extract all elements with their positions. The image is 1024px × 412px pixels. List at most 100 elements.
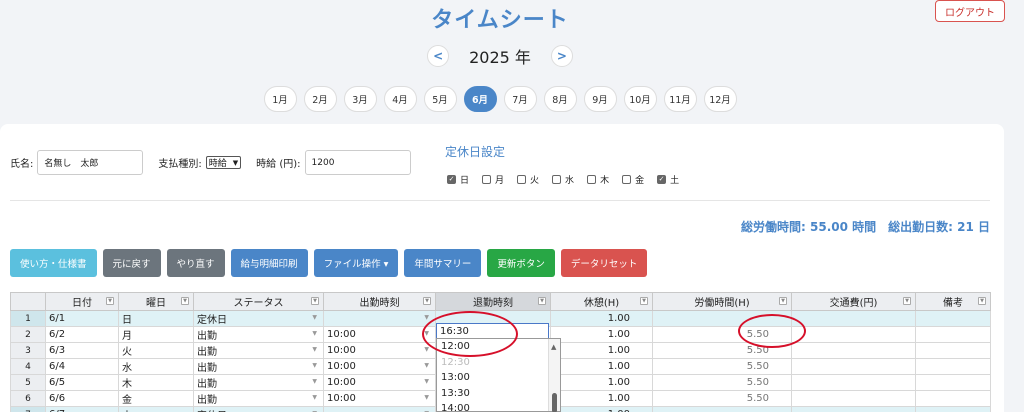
filter-icon[interactable]: ▼ xyxy=(779,297,787,305)
scroll-thumb[interactable] xyxy=(552,393,557,412)
month-tab-3[interactable]: 3月 xyxy=(343,86,377,112)
status-cell[interactable]: 出勤 ▼ xyxy=(193,390,324,407)
annual-summary-button[interactable]: 年間サマリー xyxy=(404,249,482,277)
chevron-down-icon[interactable]: ▼ xyxy=(312,362,317,369)
weekday-cell[interactable]: 金 xyxy=(118,390,194,407)
weekday-cell[interactable]: 水 xyxy=(118,358,194,375)
time-option[interactable]: 12:30 xyxy=(437,355,560,371)
holiday-option-3[interactable]: 火 xyxy=(517,173,539,186)
time-option[interactable]: 14:00 xyxy=(437,401,560,412)
date-cell[interactable]: 6/3 xyxy=(45,342,119,359)
column-header-4[interactable]: 出勤時刻 ▼ xyxy=(323,292,436,311)
month-tab-7[interactable]: 7月 xyxy=(503,86,537,112)
next-year-button[interactable]: > xyxy=(550,45,573,67)
notes-cell[interactable] xyxy=(915,310,991,327)
break-hours-cell[interactable]: 1.00 xyxy=(550,326,653,343)
transport-cell[interactable] xyxy=(791,326,916,343)
month-tab-12[interactable]: 12月 xyxy=(703,86,737,112)
logout-button[interactable]: ログアウト xyxy=(935,0,1005,22)
weekday-cell[interactable]: 月 xyxy=(118,326,194,343)
update-button[interactable]: 更新ボタン xyxy=(487,249,555,277)
date-cell[interactable]: 6/2 xyxy=(45,326,119,343)
checkin-cell[interactable]: 10:00 ▼ xyxy=(323,358,436,375)
column-header-6[interactable]: 休憩(H) ▼ xyxy=(550,292,653,311)
reset-data-button[interactable]: データリセット xyxy=(560,249,648,277)
holiday-checkbox[interactable] xyxy=(517,175,527,184)
break-hours-cell[interactable]: 1.00 xyxy=(550,310,653,327)
work-hours-cell[interactable] xyxy=(652,406,792,412)
chevron-down-icon[interactable]: ▼ xyxy=(312,378,317,385)
notes-cell[interactable] xyxy=(915,342,991,359)
weekday-cell[interactable]: 日 xyxy=(118,310,194,327)
holiday-checkbox[interactable] xyxy=(552,175,562,184)
status-cell[interactable]: 定休日▼ xyxy=(193,406,324,412)
holiday-option-4[interactable]: 水 xyxy=(552,173,574,186)
month-tab-10[interactable]: 10月 xyxy=(623,86,657,112)
holiday-option-2[interactable]: 月 xyxy=(482,173,504,186)
holiday-checkbox[interactable] xyxy=(587,175,597,184)
notes-cell[interactable] xyxy=(915,374,991,391)
filter-icon[interactable]: ▼ xyxy=(311,297,319,305)
notes-cell[interactable] xyxy=(915,358,991,375)
chevron-down-icon[interactable]: ▼ xyxy=(312,346,317,353)
transport-cell[interactable] xyxy=(791,310,916,327)
chevron-down-icon[interactable]: ▼ xyxy=(424,346,429,353)
notes-cell[interactable] xyxy=(915,390,991,407)
checkin-cell[interactable]: 10:00 ▼ xyxy=(323,342,436,359)
pay-type-select[interactable]: 時給 ▼ xyxy=(205,156,242,169)
break-hours-cell[interactable]: 1.00 xyxy=(550,342,653,359)
month-tab-4[interactable]: 4月 xyxy=(383,86,417,112)
filter-icon[interactable]: ▼ xyxy=(978,297,986,305)
time-option[interactable]: 13:00 xyxy=(437,370,560,386)
date-cell[interactable]: 6/1 xyxy=(45,310,119,327)
notes-cell[interactable] xyxy=(915,326,991,343)
break-hours-cell[interactable]: 1.00 xyxy=(550,406,653,412)
weekday-cell[interactable]: 木 xyxy=(118,374,194,391)
chevron-down-icon[interactable]: ▼ xyxy=(424,314,429,321)
holiday-checkbox[interactable] xyxy=(482,175,492,184)
help-button[interactable]: 使い方・仕様書 xyxy=(10,249,97,277)
month-tab-8[interactable]: 8月 xyxy=(543,86,577,112)
chevron-down-icon[interactable]: ▼ xyxy=(312,330,317,337)
column-header-2[interactable]: 曜日 ▼ xyxy=(118,292,194,311)
date-cell[interactable]: 6/7 xyxy=(45,406,119,412)
checkin-cell[interactable]: 10:00 ▼ xyxy=(323,390,436,407)
holiday-option-7[interactable]: ✓ 土 xyxy=(657,173,679,186)
transport-cell[interactable] xyxy=(791,342,916,359)
transport-cell[interactable] xyxy=(791,374,916,391)
holiday-checkbox[interactable]: ✓ xyxy=(657,175,667,184)
status-cell[interactable]: 出勤 ▼ xyxy=(193,358,324,375)
work-hours-cell[interactable]: 5.50 xyxy=(652,390,792,407)
chevron-down-icon[interactable]: ▼ xyxy=(312,314,317,321)
break-hours-cell[interactable]: 1.00 xyxy=(550,390,653,407)
break-hours-cell[interactable]: 1.00 xyxy=(550,358,653,375)
work-hours-cell[interactable]: 5.50 xyxy=(652,374,792,391)
date-cell[interactable]: 6/5 xyxy=(45,374,119,391)
scroll-up-icon[interactable]: ▲ xyxy=(551,343,556,351)
filter-icon[interactable]: ▼ xyxy=(181,297,189,305)
filter-icon[interactable]: ▼ xyxy=(640,297,648,305)
file-menu-button[interactable]: ファイル操作 ▾ xyxy=(313,249,399,277)
dropdown-scrollbar[interactable]: ▲ xyxy=(548,339,560,412)
work-hours-cell[interactable]: 5.50 xyxy=(652,358,792,375)
transport-cell[interactable] xyxy=(791,390,916,407)
status-cell[interactable]: 定休日▼ xyxy=(193,310,324,327)
column-header-1[interactable]: 日付 ▼ xyxy=(45,292,119,311)
month-tab-5[interactable]: 5月 xyxy=(423,86,457,112)
transport-cell[interactable] xyxy=(791,358,916,375)
time-option[interactable]: 13:30 xyxy=(437,386,560,402)
hourly-rate-input[interactable]: 1200 xyxy=(304,150,411,175)
weekday-cell[interactable]: 火 xyxy=(118,342,194,359)
column-header-5[interactable]: 退勤時刻 ▼ xyxy=(435,292,551,311)
date-cell[interactable]: 6/4 xyxy=(45,358,119,375)
break-hours-cell[interactable]: 1.00 xyxy=(550,374,653,391)
filter-icon[interactable]: ▼ xyxy=(106,297,114,305)
holiday-checkbox[interactable]: ✓ xyxy=(447,175,456,184)
chevron-down-icon[interactable]: ▼ xyxy=(424,378,429,385)
column-header-9[interactable]: 備考 ▼ xyxy=(915,292,991,311)
checkin-cell[interactable]: ▼ xyxy=(323,310,436,327)
checkin-cell[interactable]: 10:00 ▼ xyxy=(323,374,436,391)
checkin-cell[interactable]: 10:00 ▼ xyxy=(323,326,436,343)
holiday-option-5[interactable]: 木 xyxy=(587,173,609,186)
prev-year-button[interactable]: < xyxy=(427,45,450,67)
